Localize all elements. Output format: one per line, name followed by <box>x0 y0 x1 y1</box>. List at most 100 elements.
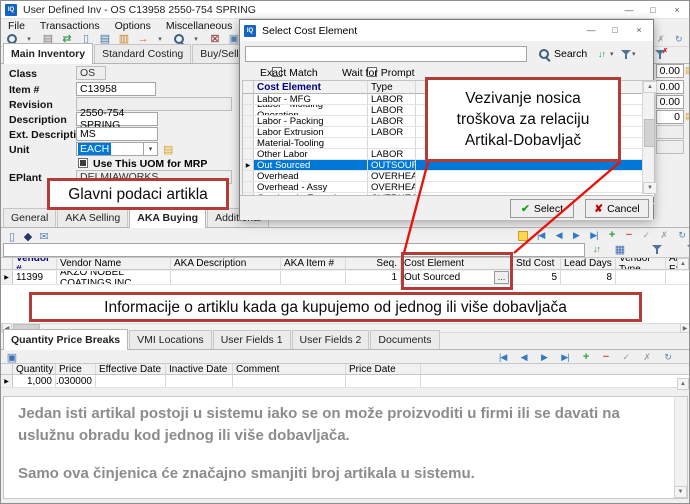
tab-quantity-price-breaks[interactable]: Quantity Price Breaks <box>3 329 128 350</box>
price-post-icon[interactable]: ✓ <box>623 353 630 362</box>
cost-element-row[interactable]: OverheadOVERHEAD <box>243 171 654 182</box>
delete-record-icon[interactable]: − <box>626 230 631 241</box>
col-price[interactable]: Price <box>56 364 96 374</box>
col-quantity[interactable]: Quantity <box>13 364 56 374</box>
price-next-icon[interactable]: ▶ <box>541 353 547 362</box>
col-vendor-no[interactable]: Vendor # <box>13 258 57 269</box>
description-field[interactable]: 2550-754 SPRING <box>76 112 158 126</box>
menu-file[interactable]: File <box>8 20 25 32</box>
prev-record-icon[interactable]: ◀ <box>556 231 562 240</box>
dialog-col-cost-element[interactable]: Cost Element <box>254 81 368 93</box>
toolbar-refresh-icon[interactable]: ↻ <box>675 35 682 44</box>
minimize-icon[interactable]: — <box>617 2 641 18</box>
right-field-4[interactable]: 0 <box>656 110 684 124</box>
price-cell[interactable]: 0.030000 <box>56 375 96 387</box>
search-button[interactable]: Search <box>539 48 587 60</box>
col-aka-item[interactable]: AKA Item # <box>281 258 346 269</box>
col-std-cost[interactable]: Std Cost <box>513 258 561 269</box>
notes-indicator-icon[interactable] <box>518 231 528 241</box>
cancel-record-icon[interactable]: ✗ <box>660 231 667 240</box>
dialog-sort-dropdown-icon[interactable]: ▾ <box>610 50 614 58</box>
dialog-sort-icon[interactable]: ↓↑ <box>598 49 605 59</box>
col-vendor-type[interactable]: Vendor Type <box>616 258 666 269</box>
col-comment[interactable]: Comment <box>233 364 346 374</box>
add-record-icon[interactable]: + <box>609 230 614 241</box>
cost-element-row[interactable]: Overhead - AssyOVERHEAD <box>243 182 654 193</box>
price-date-cell[interactable] <box>346 375 421 387</box>
right-field-1-lookup-icon[interactable]: ▤ <box>685 65 690 76</box>
aka-item-cell[interactable] <box>281 271 346 284</box>
price-first-icon[interactable]: |◀ <box>499 353 506 362</box>
quantity-cell[interactable]: 1,000 <box>13 375 56 387</box>
tab-aka-selling[interactable]: AKA Selling <box>57 208 128 227</box>
maximize-icon[interactable]: □ <box>641 2 665 18</box>
tab-vmi-locations[interactable]: VMI Locations <box>129 330 212 349</box>
cost-element-lookup-button[interactable]: … <box>494 271 509 284</box>
last-record-icon[interactable]: ▶| <box>590 231 597 240</box>
uom-lookup-icon[interactable]: ▤ <box>163 143 173 156</box>
lead-days-cell[interactable]: 8 <box>561 271 616 284</box>
aka-ext-cell[interactable] <box>666 271 690 284</box>
dialog-close-icon[interactable]: × <box>627 22 651 38</box>
post-record-icon[interactable]: ✓ <box>643 231 650 240</box>
price-last-icon[interactable]: ▶| <box>561 353 568 362</box>
right-field-2[interactable]: 0.00 <box>656 80 684 94</box>
price-row[interactable]: ▶ 1,000 0.030000 <box>1 375 690 388</box>
notes-scrollbar[interactable] <box>674 397 687 498</box>
tab-general[interactable]: General <box>3 208 56 227</box>
dialog-col-type[interactable]: Type <box>368 81 416 93</box>
tab-main-inventory[interactable]: Main Inventory <box>3 43 93 64</box>
dialog-filter-icon[interactable] <box>621 49 631 59</box>
vendor-name-cell[interactable]: AKZO NOBEL COATINGS INC <box>57 271 171 284</box>
first-record-icon[interactable]: |◀ <box>537 231 544 240</box>
right-field-4-lookup-icon[interactable]: ▤ <box>685 111 690 122</box>
item-field[interactable]: C13958 <box>76 82 156 96</box>
unit-dropdown-icon[interactable]: ▾ <box>143 143 157 155</box>
dialog-minimize-icon[interactable]: — <box>579 22 603 38</box>
price-delete-icon[interactable]: − <box>603 352 608 363</box>
dialog-scroll-up-icon[interactable]: ▲ <box>643 81 657 93</box>
col-cost-element[interactable]: Cost Element <box>401 258 513 269</box>
tab-aka-buying[interactable]: AKA Buying <box>129 207 206 228</box>
add-vendor-icon[interactable]: ▯ <box>5 230 19 244</box>
close-icon[interactable]: × <box>665 2 689 18</box>
cancel-button[interactable]: ✘ Cancel <box>585 199 649 218</box>
notes-scroll-down-icon[interactable]: ▼ <box>674 486 687 498</box>
col-inactive-date[interactable]: Inactive Date <box>166 364 233 374</box>
dialog-scroll-thumb[interactable] <box>644 119 655 147</box>
uom-mrp-checkbox[interactable] <box>78 158 88 168</box>
dialog-scroll-down-icon[interactable]: ▼ <box>643 182 657 194</box>
inactive-date-cell[interactable] <box>166 375 233 387</box>
dialog-filter-dropdown-icon[interactable]: ▾ <box>632 50 636 58</box>
toolbar-cancel-icon[interactable]: ✗ <box>657 35 664 44</box>
vendor-scroll-up-icon[interactable]: ▲ <box>677 258 689 270</box>
price-cancel-icon[interactable]: ✗ <box>643 353 650 362</box>
col-vendor-name[interactable]: Vendor Name <box>57 258 171 269</box>
tab-user-fields-2[interactable]: User Fields 2 <box>292 330 370 349</box>
tab-standard-costing[interactable]: Standard Costing <box>94 44 191 63</box>
next-record-icon[interactable]: ▶ <box>573 231 579 240</box>
col-aka-description[interactable]: AKA Description <box>171 258 281 269</box>
menu-miscellaneous[interactable]: Miscellaneous <box>166 20 233 32</box>
vendor-email-icon[interactable]: ✉ <box>37 230 51 244</box>
menu-options[interactable]: Options <box>115 20 151 32</box>
tab-user-fields-1[interactable]: User Fields 1 <box>213 330 291 349</box>
col-lead-days[interactable]: Lead Days <box>561 258 616 269</box>
unit-combo[interactable]: EACH ▾ <box>76 142 158 156</box>
price-scroll-up-icon[interactable]: ▲ <box>677 378 689 390</box>
price-add-icon[interactable]: + <box>583 352 588 363</box>
vendor-filter-icon[interactable] <box>652 244 662 254</box>
price-prev-icon[interactable]: ◀ <box>521 353 527 362</box>
tab-documents[interactable]: Documents <box>370 330 439 349</box>
cost-element-cell[interactable]: Out Sourced … <box>401 271 513 284</box>
vendor-type-cell[interactable] <box>616 271 666 284</box>
menu-transactions[interactable]: Transactions <box>40 20 100 32</box>
dialog-scrollbar[interactable]: ▲ ▼ <box>642 81 654 194</box>
dialog-maximize-icon[interactable]: □ <box>603 22 627 38</box>
vendor-row[interactable]: ▶ 11399 AKZO NOBEL COATINGS INC 1 Out So… <box>1 271 690 285</box>
vendor-filter-input[interactable] <box>3 243 585 257</box>
select-button[interactable]: ✔ Select <box>510 199 574 218</box>
aka-description-cell[interactable] <box>171 271 281 284</box>
seq-cell[interactable]: 1 <box>346 271 401 284</box>
right-field-1[interactable]: 0.00 <box>656 64 684 78</box>
